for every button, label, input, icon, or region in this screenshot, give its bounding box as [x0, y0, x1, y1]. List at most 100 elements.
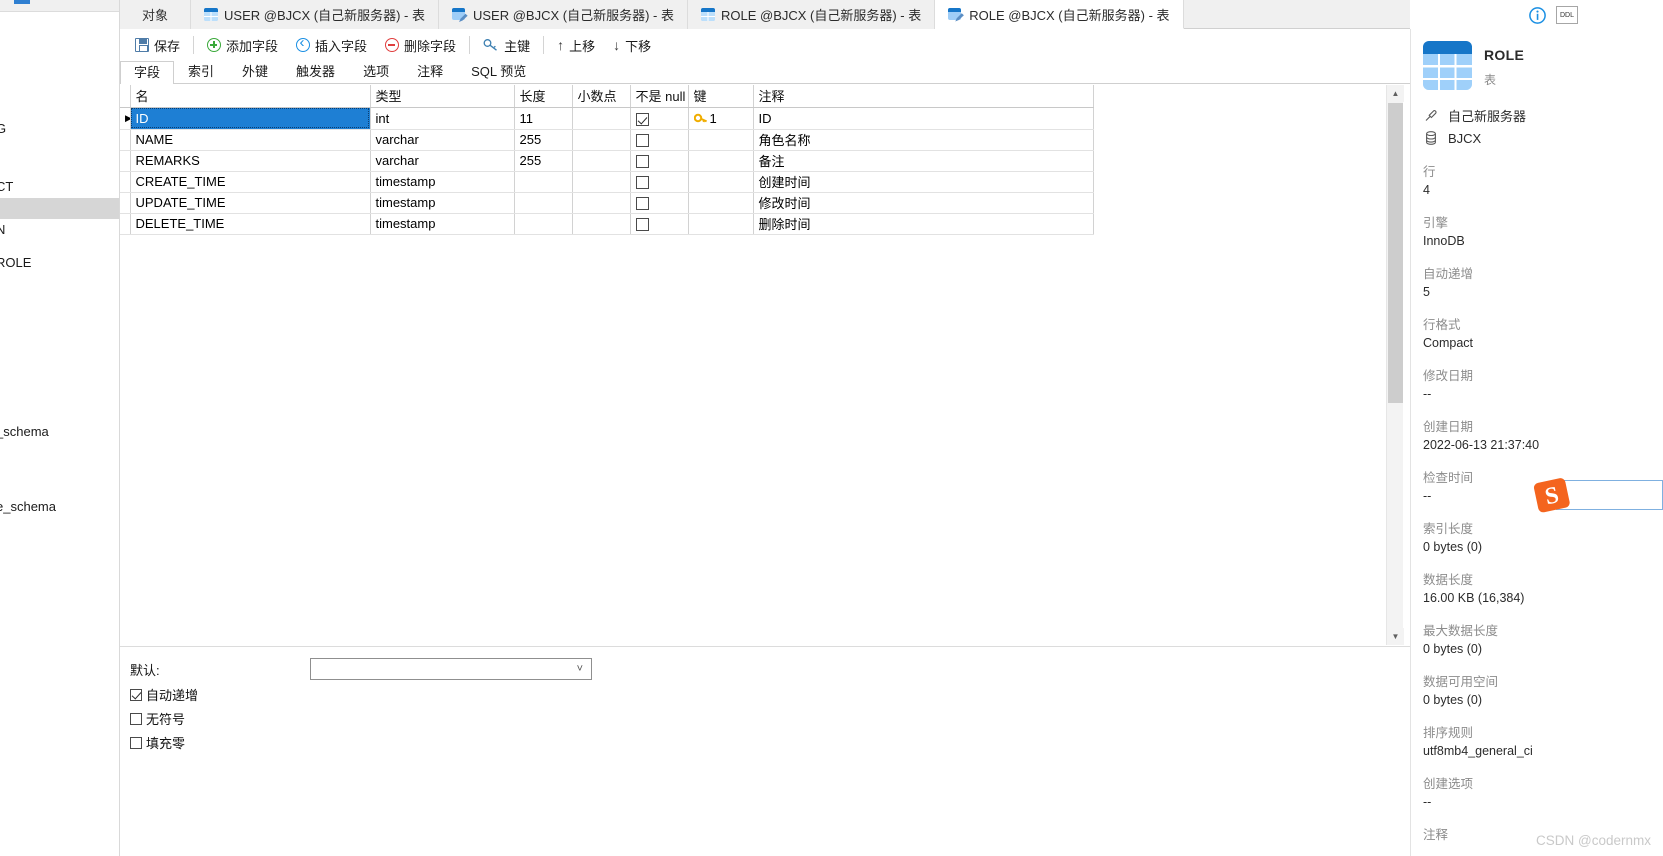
cell-decimals[interactable]: [572, 129, 631, 151]
table-row[interactable]: REMARKS varchar 255 备注: [120, 150, 1094, 172]
sidebar-item[interactable]: N: [0, 219, 119, 240]
cell-type[interactable]: int: [370, 107, 515, 130]
cell-name[interactable]: ID: [130, 107, 371, 130]
property-checkbox[interactable]: [130, 688, 142, 701]
cell-name[interactable]: REMARKS: [130, 150, 371, 172]
cell-length[interactable]: 255: [514, 129, 573, 151]
cell-key[interactable]: [688, 129, 754, 151]
header-name[interactable]: 名: [130, 85, 371, 108]
cell-key[interactable]: [688, 171, 754, 193]
cell-length[interactable]: [514, 213, 573, 235]
cell-comment[interactable]: 删除时间: [753, 213, 1094, 235]
cell-length[interactable]: [514, 192, 573, 214]
not-null-checkbox[interactable]: [635, 176, 649, 190]
ddl-button[interactable]: DDL: [1556, 6, 1578, 24]
property-checkbox[interactable]: [130, 712, 142, 725]
editor-tab[interactable]: USER @BJCX (自己新服务器) - 表: [191, 0, 439, 29]
header-not-null[interactable]: 不是 null: [630, 85, 689, 108]
cell-type[interactable]: varchar: [370, 150, 515, 172]
field-toolbar[interactable]: 保存 添加字段 插入字段 删除字段 主键: [120, 29, 1410, 61]
left-sidebar[interactable]: G CT N ROLE _schema e_schema.: [0, 0, 120, 856]
cell-name[interactable]: DELETE_TIME: [130, 213, 371, 235]
cell-name[interactable]: NAME: [130, 129, 371, 151]
not-null-checkbox[interactable]: [635, 134, 649, 148]
subtab[interactable]: 索引: [174, 60, 228, 83]
cell-decimals[interactable]: [572, 150, 631, 172]
property-checkbox[interactable]: [130, 736, 142, 749]
cell-comment[interactable]: 修改时间: [753, 192, 1094, 214]
cell-decimals[interactable]: [572, 171, 631, 193]
info-icon[interactable]: [1529, 7, 1546, 24]
cell-key[interactable]: 1: [688, 107, 754, 130]
sidebar-item[interactable]: [0, 198, 119, 219]
field-grid[interactable]: 名 类型 长度 小数点 不是 null 键 注释 ▶IDint111IDNAME…: [120, 85, 1410, 645]
sidebar-item[interactable]: ROLE: [0, 252, 119, 273]
scroll-up-icon[interactable]: ▲: [1387, 85, 1404, 102]
save-button[interactable]: 保存: [126, 32, 189, 58]
property-checkbox-row[interactable]: 无符号: [130, 709, 185, 728]
primary-key-button[interactable]: 主键: [474, 32, 539, 58]
scrollbar-thumb[interactable]: [1388, 103, 1403, 403]
subtab[interactable]: 注释: [403, 60, 457, 83]
cell-not-null[interactable]: [630, 107, 689, 130]
editor-subtabs[interactable]: 字段 索引 外键 触发器 选项 注释 SQL 预览: [120, 61, 1410, 84]
not-null-checkbox[interactable]: [635, 112, 649, 126]
not-null-checkbox[interactable]: [635, 155, 649, 169]
subtab[interactable]: 触发器: [282, 60, 349, 83]
cell-decimals[interactable]: [572, 192, 631, 214]
subtab[interactable]: 外键: [228, 60, 282, 83]
sidebar-item[interactable]: _schema: [0, 421, 119, 442]
cell-comment[interactable]: 创建时间: [753, 171, 1094, 193]
editor-tab[interactable]: ROLE @BJCX (自己新服务器) - 表: [935, 0, 1184, 29]
cell-length[interactable]: [514, 171, 573, 193]
cell-comment[interactable]: 备注: [753, 150, 1094, 172]
add-field-button[interactable]: 添加字段: [198, 32, 287, 58]
cell-name[interactable]: CREATE_TIME: [130, 171, 371, 193]
cell-length[interactable]: 11: [514, 107, 573, 130]
header-length[interactable]: 长度: [514, 85, 573, 108]
editor-tab[interactable]: USER @BJCX (自己新服务器) - 表: [439, 0, 688, 29]
cell-not-null[interactable]: [630, 192, 689, 214]
scroll-down-icon[interactable]: ▼: [1387, 628, 1404, 645]
move-down-button[interactable]: ↓ 下移: [604, 32, 660, 58]
cell-type[interactable]: timestamp: [370, 192, 515, 214]
table-row[interactable]: NAME varchar 255 角色名称: [120, 129, 1094, 151]
delete-field-button[interactable]: 删除字段: [376, 32, 465, 58]
cell-not-null[interactable]: [630, 150, 689, 172]
grid-vertical-scrollbar[interactable]: ▲ ▼: [1386, 85, 1404, 645]
table-row[interactable]: DELETE_TIME timestamp 删除时间: [120, 213, 1094, 235]
cell-not-null[interactable]: [630, 213, 689, 235]
cell-decimals[interactable]: [572, 213, 631, 235]
subtab[interactable]: SQL 预览: [457, 60, 540, 83]
cell-key[interactable]: [688, 213, 754, 235]
tab-object[interactable]: 对象: [120, 0, 192, 29]
cell-name[interactable]: UPDATE_TIME: [130, 192, 371, 214]
property-checkbox-row[interactable]: 自动递增: [130, 685, 198, 704]
sidebar-item[interactable]: CT: [0, 176, 119, 197]
editor-tabbar[interactable]: 对象 USER @BJCX (自己新服务器) - 表 USER @BJCX (自己…: [120, 0, 1410, 29]
cell-key[interactable]: [688, 192, 754, 214]
header-type[interactable]: 类型: [370, 85, 515, 108]
property-checkbox-row[interactable]: 填充零: [130, 733, 185, 752]
cell-key[interactable]: [688, 150, 754, 172]
insert-field-button[interactable]: 插入字段: [287, 32, 376, 58]
table-row[interactable]: ▶IDint111ID: [120, 107, 1094, 130]
editor-tab[interactable]: ROLE @BJCX (自己新服务器) - 表: [687, 0, 936, 29]
subtab[interactable]: 字段: [120, 61, 175, 84]
not-null-checkbox[interactable]: [635, 218, 649, 232]
cell-comment[interactable]: ID: [753, 107, 1094, 130]
cell-not-null[interactable]: [630, 129, 689, 151]
sidebar-item[interactable]: e_schema: [0, 496, 119, 517]
cell-type[interactable]: timestamp: [370, 213, 515, 235]
cell-decimals[interactable]: [572, 107, 631, 130]
move-up-button[interactable]: ↑ 上移: [548, 32, 604, 58]
not-null-checkbox[interactable]: [635, 197, 649, 211]
subtab[interactable]: 选项: [349, 60, 403, 83]
cell-not-null[interactable]: [630, 171, 689, 193]
sidebar-item[interactable]: G: [0, 118, 119, 139]
header-decimals[interactable]: 小数点: [572, 85, 631, 108]
cell-length[interactable]: 255: [514, 150, 573, 172]
table-row[interactable]: CREATE_TIME timestamp 创建时间: [120, 171, 1094, 193]
cell-comment[interactable]: 角色名称: [753, 129, 1094, 151]
header-comment[interactable]: 注释: [753, 85, 1094, 108]
